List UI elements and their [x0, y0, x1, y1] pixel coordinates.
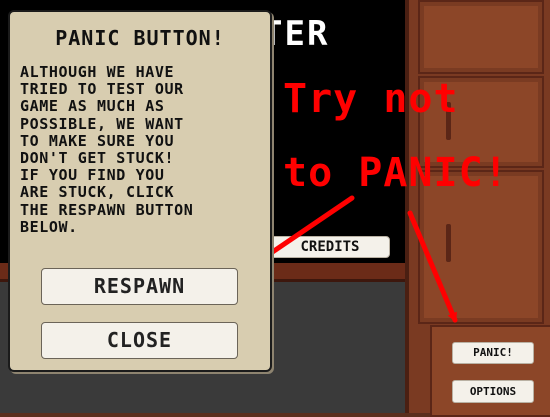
modal-message: ALTHOUGH WE HAVE TRIED TO TEST OUR GAME … — [20, 63, 194, 236]
modal-title: PANIC BUTTON! — [55, 26, 225, 50]
arrow-to-panic — [407, 210, 458, 323]
respawn-button[interactable]: RESPAWN — [41, 268, 238, 305]
close-button[interactable]: CLOSE — [41, 322, 238, 359]
panic-modal: PANIC BUTTON! ALTHOUGH WE HAVE TRIED TO … — [8, 10, 272, 372]
